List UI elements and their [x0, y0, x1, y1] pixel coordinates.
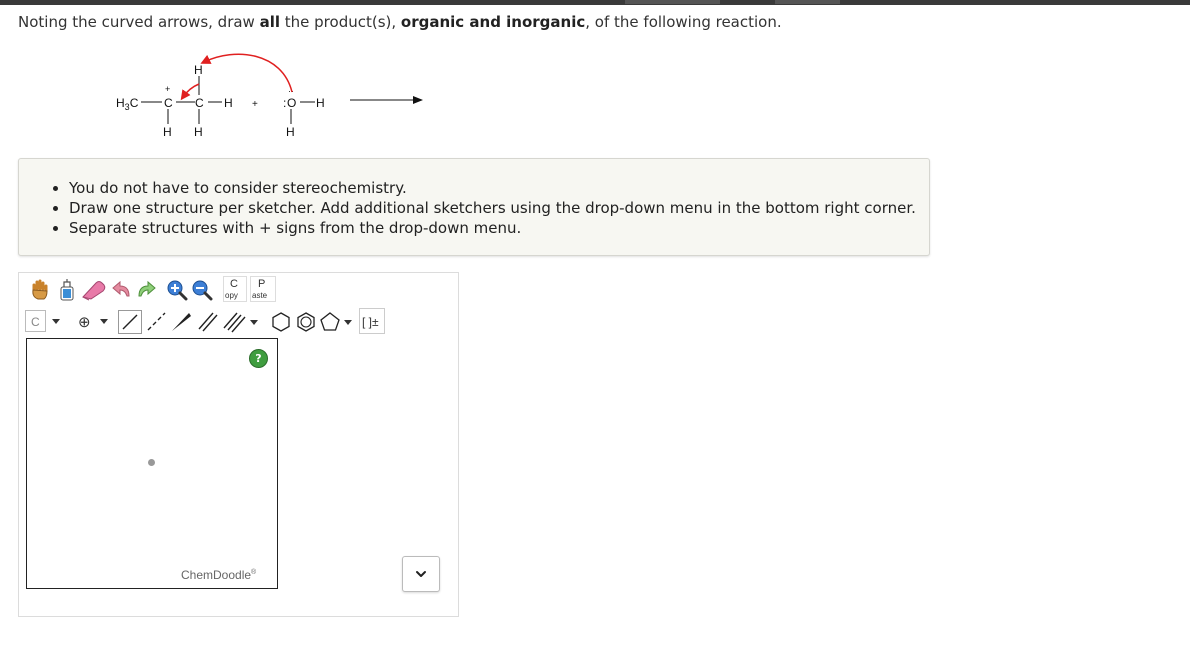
instruction-item: You do not have to consider stereochemis…: [69, 178, 929, 198]
hand-icon[interactable]: [29, 279, 51, 301]
wedge-bond-icon[interactable]: [169, 310, 193, 334]
h-bottom-left: H: [163, 125, 172, 139]
charge-selector[interactable]: ⊕: [74, 310, 112, 332]
cyclopentane-icon[interactable]: [318, 310, 342, 334]
instructions-list: You do not have to consider stereochemis…: [19, 159, 929, 238]
bond-dropdown-icon[interactable]: [247, 310, 261, 334]
benzene-icon[interactable]: [294, 310, 318, 334]
reactant-plus: +: [252, 99, 258, 110]
copy-button[interactable]: C opy: [223, 276, 247, 302]
paste-button[interactable]: P aste: [250, 276, 276, 302]
instructions-box: You do not have to consider stereochemis…: [18, 158, 930, 256]
carbon-2: C: [195, 96, 204, 110]
top-tab-right[interactable]: [775, 0, 840, 4]
water-oxygen: O: [287, 96, 296, 110]
add-sketcher-dropdown[interactable]: [402, 556, 440, 592]
curved-arrow-oh-to-h: [200, 53, 293, 93]
template-button[interactable]: [ ]±: [359, 308, 385, 334]
template-label: [ ]±: [362, 315, 379, 329]
cyclohexane-icon[interactable]: [269, 310, 293, 334]
undo-icon[interactable]: [111, 280, 133, 300]
single-bond-icon[interactable]: [118, 310, 142, 334]
instruction-item: Separate structures with + signs from th…: [69, 218, 929, 238]
top-tab-left[interactable]: [625, 0, 720, 4]
copy-label-top: C: [230, 278, 238, 290]
dashed-bond-icon[interactable]: [145, 310, 167, 334]
help-icon[interactable]: ?: [249, 349, 268, 368]
carbocation-atom: C: [164, 96, 173, 110]
water-lone-pair-left: :: [283, 96, 286, 110]
top-bar: [0, 0, 1190, 5]
h-bottom-right: H: [194, 125, 203, 139]
zoom-out-icon[interactable]: [191, 279, 213, 301]
sketch-canvas[interactable]: ? ChemDoodle®: [26, 338, 278, 589]
paste-label-bottom: aste: [252, 291, 268, 300]
water-h-right: H: [316, 96, 325, 110]
element-dropdown-icon[interactable]: [52, 319, 60, 324]
reaction-drawing: H3C C + H C H H H + : O ·· H H: [116, 53, 423, 139]
reaction-scheme: H3C C + H C H H H + : O ·· H H: [100, 50, 440, 150]
lasso-icon[interactable]: [57, 278, 77, 302]
redo-icon[interactable]: [135, 280, 157, 300]
water-h-bottom: H: [286, 125, 295, 139]
methyl-group: H3C: [116, 96, 139, 112]
question-text: Noting the curved arrows, draw all the p…: [18, 13, 782, 31]
charge-plus-icon: ⊕: [78, 314, 91, 331]
triple-bond-icon[interactable]: [222, 310, 246, 334]
positive-charge: +: [165, 84, 170, 94]
h-top: H: [194, 63, 203, 77]
paste-label-top: P: [258, 278, 265, 290]
double-bond-icon[interactable]: [196, 310, 220, 334]
instruction-item: Draw one structure per sketcher. Add add…: [69, 198, 929, 218]
chemdoodle-brand: ChemDoodle®: [181, 568, 257, 582]
ring-dropdown-icon[interactable]: [341, 310, 355, 334]
sketcher-panel: C opy P aste C ⊕ []± ? ChemDoodle®: [18, 272, 459, 617]
h-right: H: [224, 96, 233, 110]
element-selector[interactable]: C: [25, 310, 65, 332]
zoom-in-icon[interactable]: [166, 279, 188, 301]
copy-label-bottom: opy: [225, 291, 238, 300]
canvas-cursor-dot: [148, 459, 155, 466]
eraser-icon[interactable]: [81, 279, 107, 301]
charge-dropdown-icon[interactable]: [100, 319, 108, 324]
chevron-down-icon: [416, 571, 426, 577]
element-label: C: [31, 315, 40, 329]
